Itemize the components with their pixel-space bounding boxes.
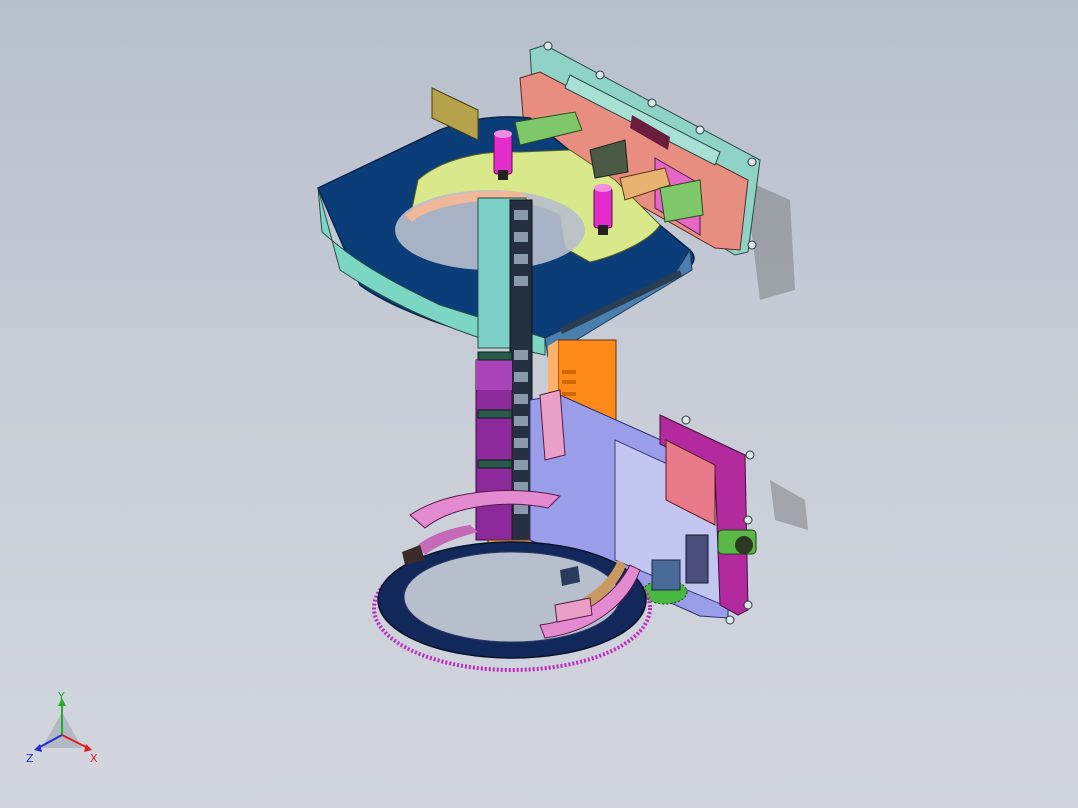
arm-motor-left[interactable] — [493, 130, 513, 180]
x-axis-label: X — [90, 752, 98, 765]
column-detail-marks — [562, 370, 576, 396]
coordinate-triad: Y X Z — [26, 690, 98, 765]
z-axis-label: Z — [26, 752, 34, 765]
assembly-model[interactable] — [0, 0, 1078, 808]
y-axis-label: Y — [57, 690, 65, 703]
drive-motor[interactable] — [717, 529, 757, 555]
cad-3d-viewport[interactable]: Y X Z — [0, 0, 1078, 808]
arm-motor-right[interactable] — [593, 184, 613, 235]
drop-shadows — [745, 180, 808, 530]
